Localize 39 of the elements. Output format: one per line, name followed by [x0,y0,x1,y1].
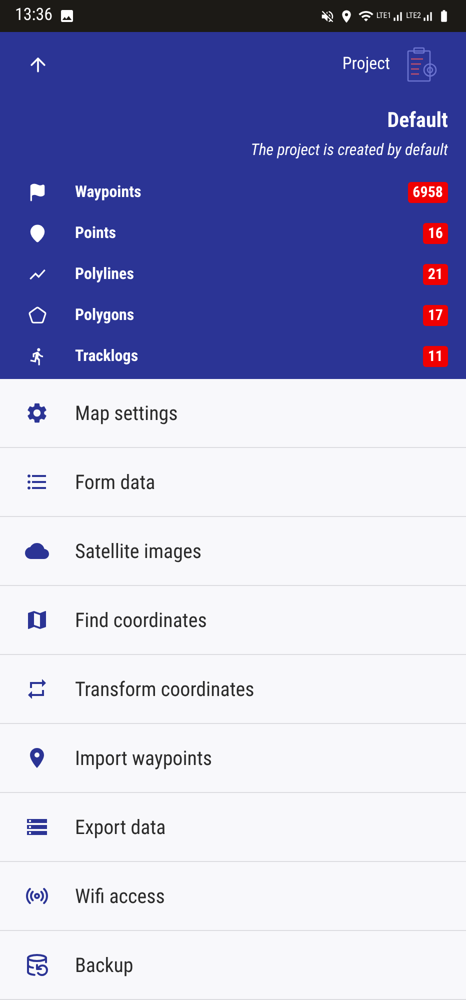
menu-label: Import waypoints [75,745,212,772]
count-label: Polylines [75,263,135,285]
count-row[interactable]: Waypoints 6958 [0,172,466,212]
menu-item[interactable]: Backup [0,931,466,1000]
menu-item[interactable]: Map settings [0,379,466,448]
network-label: LTE1 [376,12,392,20]
menu-label: Form data [75,469,156,496]
menu-item[interactable]: Wifi access [0,862,466,931]
count-row[interactable]: Tracklogs 11 [0,336,466,376]
menu-label: Satellite images [75,538,202,565]
menu-item[interactable]: Export data [0,793,466,862]
menu-label: Export data [75,814,166,841]
count-row[interactable]: Polygons 17 [0,294,466,336]
menu-item[interactable]: Import waypoints [0,724,466,793]
project-description: The project is created by default [250,138,448,160]
menu-label: Map settings [75,400,178,427]
count-label: Polygons [75,304,136,326]
count-row[interactable]: Polylines 21 [0,254,466,294]
menu-label: Find coordinates [75,607,207,634]
count-label: Points [75,222,118,244]
menu-item[interactable]: Transform coordinates [0,655,466,724]
count-badge: 21 [422,264,448,284]
count-badge: 16 [422,222,448,244]
count-label: Waypoints [75,181,142,203]
project-name: Default [387,108,448,135]
status-time: 13:36 [15,4,53,28]
count-label: Tracklogs [75,345,140,367]
count-row[interactable]: Points 16 [0,212,466,254]
menu-item[interactable]: Find coordinates [0,586,466,655]
count-badge: 11 [422,346,448,366]
menu-item[interactable]: Form data [0,448,466,517]
project-label: Project [342,53,390,76]
network-label: LTE2 [406,12,421,20]
menu-item[interactable]: Satellite images [0,517,466,586]
menu-label: Wifi access [75,883,165,910]
menu-label: Backup [75,952,134,979]
menu-label: Transform coordinates [75,676,254,703]
count-badge: 6958 [408,182,448,202]
count-badge: 17 [422,304,448,326]
